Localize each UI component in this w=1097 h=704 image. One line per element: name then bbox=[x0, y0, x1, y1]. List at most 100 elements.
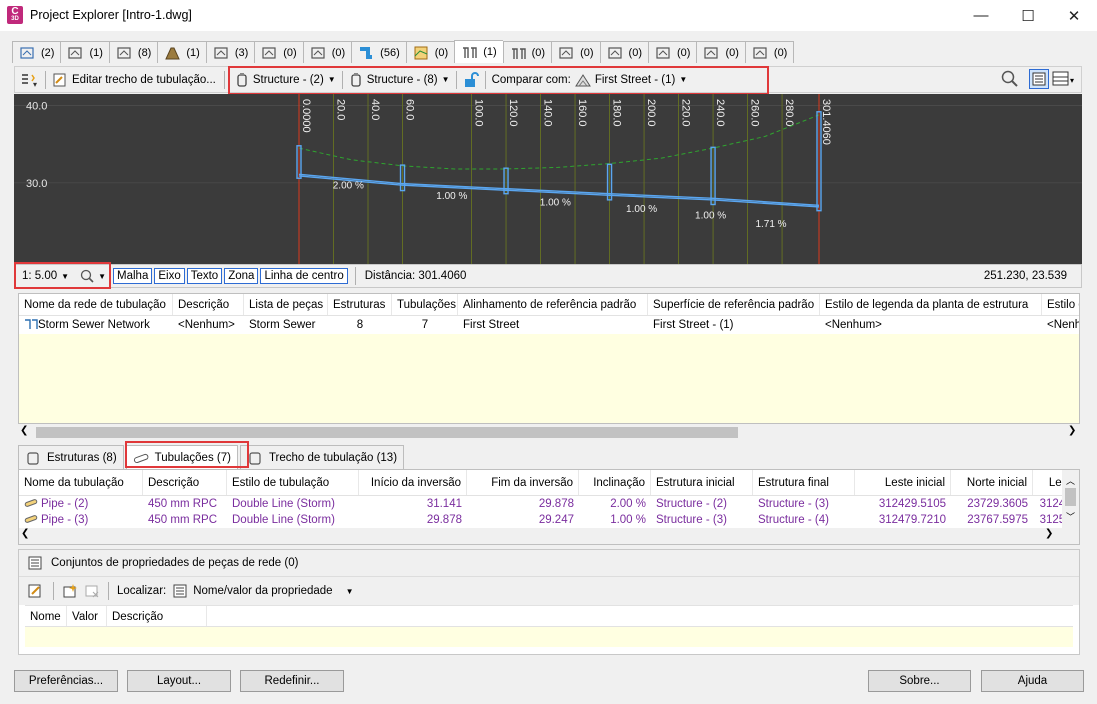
part-tab-0[interactable]: Estruturas (8) bbox=[18, 445, 124, 469]
about-button[interactable]: Sobre... bbox=[868, 670, 971, 692]
new-run-button[interactable]: ▾ bbox=[19, 72, 39, 88]
column-header[interactable]: Estruturas bbox=[328, 294, 392, 315]
zoom-search-icon[interactable] bbox=[1001, 70, 1019, 91]
cell-text: 29.878 bbox=[538, 498, 574, 510]
object-tab-surface[interactable]: (0) bbox=[254, 41, 303, 63]
object-type-tabs: (2) (1) (8) (1) (3) (0) (0) (56) (0) (1) (0) (0) (0)… bbox=[12, 40, 795, 63]
pipe-horizontal-scrollbar[interactable]: ❮ ❯ bbox=[19, 528, 1079, 544]
new-run-icon: ▾ bbox=[22, 73, 37, 88]
mode-button-0[interactable]: Malha bbox=[113, 268, 153, 284]
view-options-button[interactable]: ▾ bbox=[1051, 70, 1079, 91]
remove-property-icon[interactable] bbox=[84, 583, 100, 599]
table-cell: Storm Sewer bbox=[244, 316, 328, 334]
column-header[interactable]: Nome da rede de tubulação bbox=[19, 294, 173, 315]
parcel-icon bbox=[656, 46, 670, 59]
column-header[interactable]: Estilo de legenda da planta de estrutura bbox=[820, 294, 1042, 315]
network-grid[interactable]: Nome da rede de tubulação Descrição Lista … bbox=[18, 293, 1080, 424]
scroll-left-icon[interactable]: ❮ bbox=[20, 425, 28, 436]
mode-button-2[interactable]: Texto bbox=[186, 268, 223, 284]
column-header[interactable]: Nome bbox=[25, 606, 67, 626]
object-tab-parcel[interactable]: (0) bbox=[648, 41, 697, 63]
edit-run-button[interactable]: Editar trecho de tubulação... bbox=[52, 72, 216, 88]
table-row[interactable]: Storm Sewer Network <Nenhum> Storm Sewer 8 7… bbox=[19, 316, 1079, 334]
column-header[interactable]: Norte inicial bbox=[951, 470, 1033, 495]
report-icon bbox=[704, 46, 719, 59]
part-tab-2[interactable]: Trecho de tubulação (13) bbox=[239, 445, 405, 469]
column-header[interactable]: Descrição bbox=[143, 470, 227, 495]
locate-label: Localizar: bbox=[117, 585, 167, 597]
mode-button-1[interactable]: Eixo bbox=[154, 268, 185, 284]
object-tab-pipe-network[interactable]: (1) bbox=[454, 40, 503, 63]
table-cell: <Nenhum> bbox=[173, 316, 244, 334]
column-header[interactable]: Estilo d bbox=[1042, 294, 1079, 315]
profile-view[interactable]: 40.0 30.0 0.0000 20.0 40.0 60.0 100.0 120.0 140.… bbox=[14, 94, 1082, 264]
object-tab-alignment[interactable]: (2) bbox=[12, 41, 61, 63]
profile-view-icon bbox=[68, 46, 83, 59]
object-tab-pipe-network-2[interactable]: (0) bbox=[502, 41, 552, 63]
station-label: 280.0 bbox=[783, 99, 795, 127]
scroll-up-icon[interactable]: ︿ bbox=[1066, 474, 1075, 487]
table-cell: 7 bbox=[392, 316, 458, 334]
object-tab-report[interactable]: (0) bbox=[696, 41, 745, 63]
column-header[interactable]: Leste inicial bbox=[855, 470, 951, 495]
close-button[interactable]: ✕ bbox=[1051, 0, 1097, 31]
scroll-right-icon[interactable]: ❯ bbox=[1045, 528, 1053, 539]
object-tab-profile-view[interactable]: (1) bbox=[60, 41, 109, 63]
object-tab-corridor[interactable]: (1) bbox=[157, 41, 206, 63]
scroll-thumb[interactable] bbox=[36, 427, 738, 438]
property-sets-title: Conjuntos de propriedades de peças de re… bbox=[51, 557, 299, 569]
object-tab-document[interactable]: (0) bbox=[744, 41, 795, 63]
preferences-button[interactable]: Preferências... bbox=[14, 670, 118, 692]
object-tab-assembly[interactable]: (0) bbox=[551, 41, 600, 63]
table-cell: 29.247 bbox=[467, 512, 579, 528]
column-header[interactable]: Tubulações bbox=[392, 294, 458, 315]
column-header[interactable]: Fim da inversão bbox=[467, 470, 579, 495]
column-header[interactable]: Nome da tubulação bbox=[19, 470, 143, 495]
object-tab-surface-style[interactable]: (0) bbox=[405, 41, 455, 63]
mode-button-4[interactable]: Linha de centro bbox=[260, 268, 348, 284]
cell-text: 31.141 bbox=[426, 498, 462, 510]
column-header[interactable]: Estrutura inicial bbox=[651, 470, 753, 495]
object-tab-feature-line[interactable]: (0) bbox=[302, 41, 352, 63]
scroll-thumb[interactable] bbox=[1065, 488, 1076, 506]
table-cell: 29.878 bbox=[467, 496, 579, 512]
mode-button-3[interactable]: Zona bbox=[224, 268, 259, 284]
column-header[interactable]: Estrutura final bbox=[753, 470, 855, 495]
table-row[interactable]: Pipe - (2) 450 mm RPC Double Line (Storm) 3… bbox=[19, 496, 1079, 512]
object-tab-sample-line[interactable]: (3) bbox=[205, 41, 255, 63]
reset-button[interactable]: Redefinir... bbox=[240, 670, 344, 692]
column-header[interactable]: Descrição bbox=[107, 606, 207, 626]
column-header[interactable]: Valor bbox=[67, 606, 107, 626]
scroll-down-icon[interactable]: ﹀ bbox=[1066, 510, 1075, 523]
list-view-button[interactable] bbox=[1029, 69, 1049, 89]
column-header[interactable]: Descrição bbox=[173, 294, 244, 315]
property-grid-header: Nome Valor Descrição bbox=[25, 605, 1073, 627]
toolbar-separator bbox=[53, 582, 54, 600]
cell-text: Double Line (Storm) bbox=[232, 514, 335, 526]
column-header[interactable]: Início da inversão bbox=[359, 470, 467, 495]
column-header[interactable]: Inclinação bbox=[579, 470, 651, 495]
scroll-right-icon[interactable]: ❯ bbox=[1068, 425, 1076, 436]
add-property-icon[interactable] bbox=[62, 583, 78, 599]
locate-dropdown[interactable]: Nome/valor da propriedade ▼ bbox=[172, 583, 552, 599]
table-row[interactable]: Pipe - (3) 450 mm RPC Double Line (Storm) 2… bbox=[19, 512, 1079, 528]
elevation-label: 40.0 bbox=[26, 101, 47, 113]
object-tab-section[interactable]: (8) bbox=[108, 41, 158, 63]
column-header[interactable]: Lista de peças bbox=[244, 294, 328, 315]
profile-graph[interactable]: 40.0 30.0 0.0000 20.0 40.0 60.0 100.0 120.0 140.… bbox=[14, 94, 1082, 264]
help-button[interactable]: Ajuda bbox=[981, 670, 1084, 692]
layout-button[interactable]: Layout... bbox=[127, 670, 231, 692]
column-header[interactable]: Alinhamento de referência padrão bbox=[458, 294, 648, 315]
object-tab-pressure-pipe[interactable]: (56) bbox=[351, 41, 406, 63]
pipe-grid[interactable]: Nome da tubulação Descrição Estilo de tubu… bbox=[18, 469, 1080, 545]
maximize-button[interactable]: ☐ bbox=[1005, 0, 1051, 31]
network-horizontal-scrollbar[interactable]: ❮ ❯ bbox=[18, 424, 1080, 441]
minimize-button[interactable]: — bbox=[958, 0, 1004, 31]
object-tab-point-group[interactable]: (0) bbox=[599, 41, 648, 63]
column-header[interactable]: Estilo de tubulação bbox=[227, 470, 359, 495]
scroll-left-icon[interactable]: ❮ bbox=[21, 528, 29, 539]
edit-property-icon[interactable] bbox=[27, 583, 45, 599]
pipe-vertical-scrollbar[interactable]: ︿ ﹀ bbox=[1062, 470, 1079, 528]
column-header[interactable]: Superfície de referência padrão bbox=[648, 294, 820, 315]
sample-line-icon bbox=[214, 46, 228, 59]
